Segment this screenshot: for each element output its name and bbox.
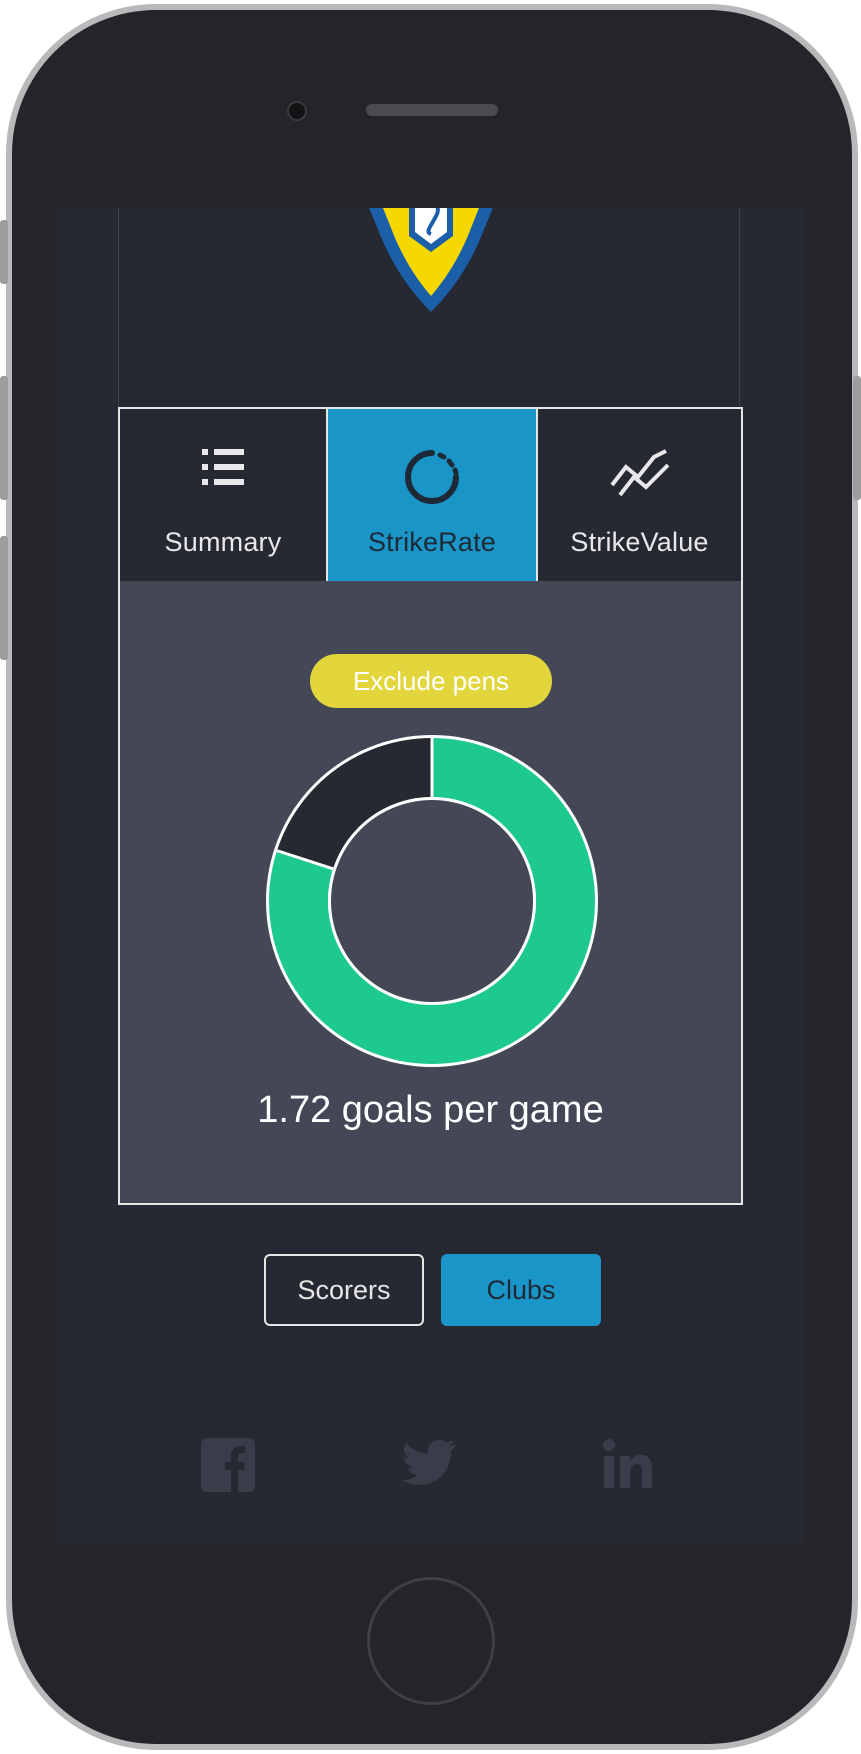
tab-strikevalue[interactable]: StrikeValue	[536, 409, 741, 581]
volume-down-button	[0, 536, 8, 660]
front-camera	[287, 101, 307, 121]
strike-rate-panel: Exclude pens 1.72 goals per game	[118, 581, 743, 1205]
tab-summary-label: Summary	[164, 527, 282, 557]
facebook-icon[interactable]	[201, 1438, 255, 1492]
tab-strikerate-label: StrikeRate	[367, 527, 497, 557]
exclude-pens-toggle[interactable]: Exclude pens	[310, 654, 552, 708]
volume-up-button	[0, 376, 8, 500]
earpiece-speaker	[366, 104, 498, 116]
twitter-icon[interactable]	[402, 1438, 458, 1486]
list-icon	[202, 449, 244, 485]
tab-strikevalue-label: StrikeValue	[570, 527, 709, 557]
donut-hole	[331, 800, 533, 1002]
home-button[interactable]	[367, 1577, 495, 1705]
tab-summary[interactable]: Summary	[120, 409, 326, 581]
scorers-button[interactable]: Scorers	[264, 1254, 424, 1326]
tab-strikerate[interactable]: StrikeRate	[326, 409, 536, 581]
club-header	[118, 208, 740, 407]
line-chart-icon	[609, 449, 669, 497]
club-crest-logo	[369, 208, 493, 312]
goals-per-game-text: 1.72 goals per game	[257, 1089, 604, 1131]
spinner-icon	[405, 450, 459, 504]
silent-switch	[0, 220, 8, 284]
clubs-button[interactable]: Clubs	[441, 1254, 601, 1326]
app-screen: Summary StrikeRate StrikeValue Exclude p…	[56, 208, 805, 1543]
stat-tabs: Summary StrikeRate StrikeValue	[118, 407, 743, 583]
power-button	[853, 376, 861, 500]
strike-rate-donut	[266, 735, 598, 1067]
linkedin-icon[interactable]	[602, 1438, 654, 1490]
